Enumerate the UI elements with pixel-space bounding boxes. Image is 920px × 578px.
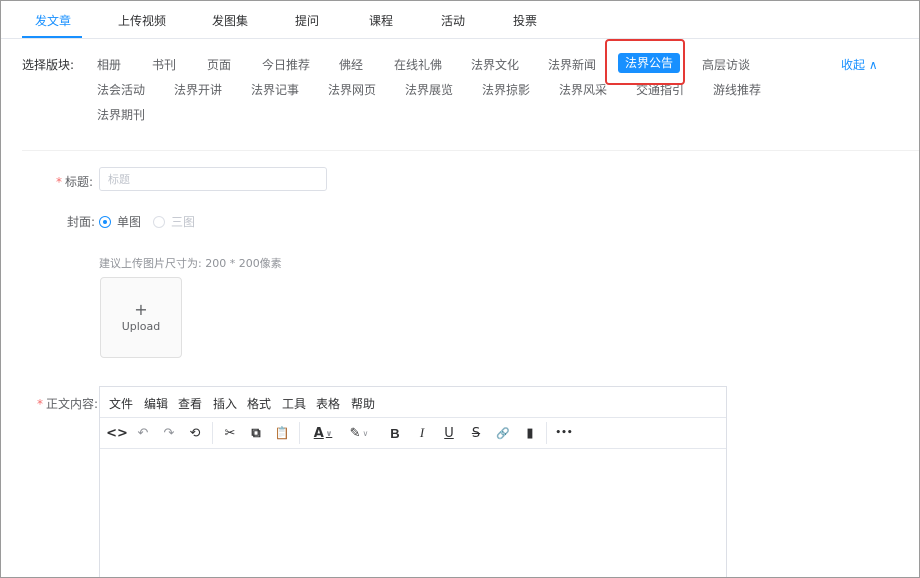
- cover-triple-radio[interactable]: 三图: [153, 213, 195, 230]
- toolbar-divider: [299, 422, 300, 444]
- editor-toolbar: <> ↶ ↷ ⟲ ✂ ⧉ 📋 A ∨ ✎ ∨ B I U S 🔗 ▮ •••: [100, 418, 726, 449]
- active-tab-indicator: [22, 36, 82, 38]
- menu-file[interactable]: 文件: [109, 395, 133, 412]
- required-mark: *: [37, 397, 43, 411]
- highlight-color-icon[interactable]: ✎ ∨: [343, 424, 375, 442]
- section-item[interactable]: 法界记事: [251, 81, 299, 98]
- section-item[interactable]: 书刊: [152, 56, 176, 73]
- paste-icon[interactable]: 📋: [272, 424, 292, 442]
- section-item[interactable]: 法界期刊: [97, 106, 145, 123]
- app-frame: 发文章 上传视频 发图集 提问 课程 活动 投票 选择版块: 相册 书刊 页面 …: [0, 0, 920, 578]
- menu-help[interactable]: 帮助: [351, 395, 375, 412]
- section-divider: [22, 150, 919, 151]
- radio-label: 单图: [117, 215, 142, 229]
- italic-icon[interactable]: I: [412, 424, 432, 442]
- section-item[interactable]: 游线推荐: [713, 81, 761, 98]
- section-item[interactable]: 法界掠影: [482, 81, 530, 98]
- menu-table[interactable]: 表格: [316, 395, 340, 412]
- section-picker-label: 选择版块:: [22, 58, 75, 72]
- cut-icon[interactable]: ✂: [220, 424, 240, 442]
- editor-content-area[interactable]: [100, 449, 726, 577]
- radio-label: 三图: [171, 215, 196, 229]
- tab-article[interactable]: 发文章: [35, 12, 71, 29]
- redo-icon[interactable]: ↷: [159, 424, 179, 442]
- section-item[interactable]: 佛经: [339, 56, 363, 73]
- tab-question[interactable]: 提问: [295, 12, 319, 29]
- section-item[interactable]: 页面: [207, 56, 231, 73]
- section-item[interactable]: 法会活动: [97, 81, 145, 98]
- tab-upload-video[interactable]: 上传视频: [118, 12, 166, 29]
- underline-icon[interactable]: U: [439, 424, 459, 442]
- toolbar-divider: [546, 422, 547, 444]
- undo-icon[interactable]: ↶: [133, 424, 153, 442]
- menu-edit[interactable]: 编辑: [144, 395, 168, 412]
- menu-view[interactable]: 查看: [178, 395, 202, 412]
- upload-size-hint: 建议上传图片尺寸为: 200 * 200像素: [99, 257, 282, 270]
- section-item[interactable]: 相册: [97, 56, 121, 73]
- source-code-icon[interactable]: <>: [106, 424, 128, 442]
- font-color-icon[interactable]: A ∨: [307, 424, 339, 442]
- font-color-glyph: A: [313, 425, 324, 441]
- history-icon[interactable]: ⟲: [185, 424, 205, 442]
- required-mark: *: [56, 175, 62, 189]
- highlight-glyph: ✎: [349, 425, 361, 441]
- editor-menubar: 文件 编辑 查看 插入 格式 工具 表格 帮助: [100, 387, 726, 418]
- title-input[interactable]: [99, 167, 327, 191]
- section-item[interactable]: 高层访谈: [702, 56, 750, 73]
- radio-circle: [99, 215, 111, 228]
- section-item[interactable]: 法界开讲: [174, 81, 222, 98]
- rich-text-editor: 文件 编辑 查看 插入 格式 工具 表格 帮助 <> ↶ ↷ ⟲ ✂ ⧉ 📋 A…: [99, 386, 727, 577]
- section-item[interactable]: 法界展览: [405, 81, 453, 98]
- menu-insert[interactable]: 插入: [213, 395, 237, 412]
- title-label: * 标题:: [56, 173, 93, 190]
- bookmark-icon[interactable]: ▮: [520, 424, 540, 442]
- link-icon[interactable]: 🔗: [493, 424, 513, 442]
- copy-icon[interactable]: ⧉: [246, 424, 266, 442]
- menu-tools[interactable]: 工具: [282, 395, 306, 412]
- selection-highlight-box: [605, 39, 685, 85]
- bold-icon[interactable]: B: [385, 424, 405, 442]
- toolbar-divider: [212, 422, 213, 444]
- content-label: * 正文内容:: [37, 395, 98, 412]
- section-item[interactable]: 今日推荐: [262, 56, 310, 73]
- radio-circle: [153, 215, 165, 228]
- cover-label: 封面:: [67, 215, 96, 229]
- tab-vote[interactable]: 投票: [513, 12, 537, 29]
- upload-label: Upload: [121, 320, 161, 333]
- collapse-sections-button[interactable]: 收起 ∧: [841, 56, 878, 73]
- plus-icon: +: [134, 300, 148, 319]
- more-icon[interactable]: •••: [554, 424, 574, 442]
- section-item[interactable]: 法界风采: [559, 81, 607, 98]
- section-item[interactable]: 在线礼佛: [394, 56, 442, 73]
- title-label-text: 标题:: [65, 175, 94, 189]
- chevron-down-icon: ∨: [325, 428, 333, 438]
- section-item[interactable]: 法界网页: [328, 81, 376, 98]
- menu-format[interactable]: 格式: [247, 395, 271, 412]
- tab-activity[interactable]: 活动: [441, 12, 465, 29]
- top-tabs: 发文章 上传视频 发图集 提问 课程 活动 投票: [1, 1, 919, 39]
- image-upload-box[interactable]: + Upload: [100, 277, 182, 358]
- cover-single-radio[interactable]: 单图: [99, 213, 141, 230]
- chevron-down-icon: ∨: [362, 428, 369, 438]
- tab-course[interactable]: 课程: [369, 12, 393, 29]
- content-label-text: 正文内容:: [46, 397, 99, 411]
- section-item[interactable]: 法界新闻: [548, 56, 596, 73]
- section-item[interactable]: 法界文化: [471, 56, 519, 73]
- strikethrough-icon[interactable]: S: [466, 424, 486, 442]
- tab-photo-set[interactable]: 发图集: [212, 12, 248, 29]
